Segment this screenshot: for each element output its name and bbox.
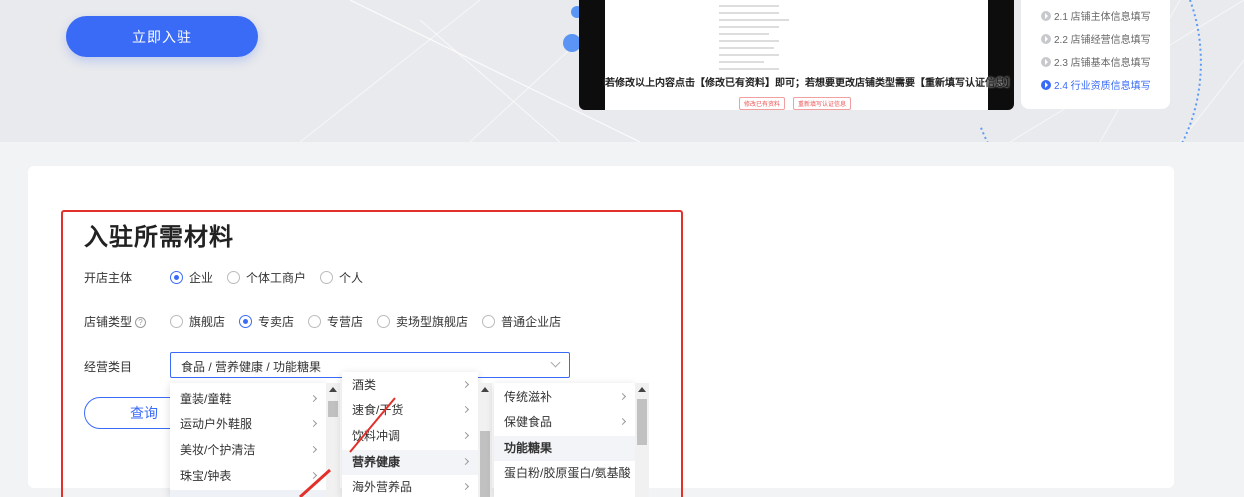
cascader-column-3: 传统滋补 保健食品 功能糖果 蛋白粉/胶原蛋白/氨基酸 [494,383,635,497]
radio-circle [170,271,183,284]
video-document-preview [709,0,869,72]
shop-type-radio-group: 旗舰店 专卖店 专营店 卖场型旗舰店 普通企业店 [170,313,575,330]
video-edit-button: 修改已有资料 [739,97,786,110]
hero-banner: 立即入驻 若修改以上内容点击【修改已有资料】即可；若想要更改店铺类型需要【重新填… [0,0,1244,142]
video-refill-button: 重新填写认证信息 [793,97,852,110]
cascader-option[interactable]: 海外营养品 [342,475,478,497]
cascader-option[interactable]: 蛋白粉/胶原蛋白/氨基酸 [494,461,635,486]
apply-button[interactable]: 立即入驻 [66,16,258,57]
radio-mall-flagship[interactable]: 卖场型旗舰店 [377,313,468,330]
cascader-option-selected[interactable]: 功能糖果 [494,436,635,461]
step-item[interactable]: 2.1 店铺主体信息填写 [1041,8,1151,23]
chevron-right-icon [309,419,318,428]
play-icon [1041,56,1051,67]
radio-franchise[interactable]: 专营店 [308,313,363,330]
chevron-right-icon [618,417,627,426]
radio-circle [377,315,391,328]
chevron-down-icon [550,357,561,368]
radio-circle [170,315,183,328]
chevron-right-icon [461,431,470,440]
radio-normal-enterprise[interactable]: 普通企业店 [482,313,561,330]
play-icon [1041,33,1051,44]
cascader-option[interactable]: 饮料冲调 [342,424,478,449]
chevron-right-icon [618,392,627,401]
radio-circle [482,315,496,328]
tutorial-video-player[interactable]: 若修改以上内容点击【修改已有资料】即可；若想要更改店铺类型需要【重新填写认证信息… [579,0,1014,110]
steps-list: 2.1 店铺主体信息填写 2.2 店铺经营信息填写 2.3 店铺基本信息填写 2… [1021,0,1170,109]
cascader-option[interactable]: 运动户外鞋服 [170,412,326,437]
cascader-option[interactable]: 传统滋补 [494,385,635,410]
video-letterbox-left [579,0,605,110]
chevron-right-icon [461,457,470,466]
scroll-thumb[interactable] [328,401,338,417]
scroll-up-icon[interactable] [638,387,646,392]
radio-flagship[interactable]: 旗舰店 [170,313,225,330]
category-label: 经营类目 [84,360,133,374]
cascader-option[interactable]: 速食/干货 [342,398,478,423]
step-item-active[interactable]: 2.4 行业资质信息填写 [1041,77,1151,92]
radio-circle [239,315,253,328]
radio-enterprise[interactable]: 企业 [170,269,213,286]
radio-specialty[interactable]: 专卖店 [239,313,294,330]
play-icon [1041,10,1051,21]
radio-individual[interactable]: 个人 [320,269,363,286]
chevron-right-icon [461,482,470,491]
chevron-right-icon [461,405,470,414]
cascader-option[interactable]: 美妆/个护清洁 [170,438,326,463]
step-item[interactable]: 2.2 店铺经营信息填写 [1041,31,1151,46]
step-item[interactable]: 2.3 店铺基本信息填写 [1041,54,1151,69]
video-inline-buttons: 修改已有资料 重新填写认证信息 [739,97,852,110]
chevron-right-icon [309,471,318,480]
help-icon[interactable]: ? [135,317,147,329]
scroll-up-icon[interactable] [329,387,337,392]
scroll-thumb[interactable] [637,399,647,445]
entity-label: 开店主体 [84,271,133,285]
cascader-option-selected[interactable]: 营养健康 [342,450,478,475]
chevron-right-icon [461,380,470,389]
cascader-option[interactable] [170,490,326,497]
cascader-option[interactable]: 童装/童鞋 [170,387,326,412]
video-subtitle: 若修改以上内容点击【修改已有资料】即可；若想要更改店铺类型需要【重新填写认证信息… [605,78,1014,89]
cascader-option[interactable]: 酒类 [342,373,478,398]
radio-circle [227,271,241,284]
cascader-column-1: 童装/童鞋 运动户外鞋服 美妆/个护清洁 珠宝/钟表 [170,383,326,497]
scroll-up-icon[interactable] [481,387,489,392]
play-icon [1041,79,1051,90]
scroll-thumb[interactable] [480,431,490,497]
chevron-right-icon [309,394,318,403]
video-letterbox-right [988,0,1014,110]
cascader-option[interactable] [494,487,635,497]
radio-circle [320,271,334,284]
radio-circle [308,315,322,328]
chevron-right-icon [309,445,318,454]
category-value: 食品 / 营养健康 / 功能糖果 [181,360,322,374]
cascader-column-2: 酒类 速食/干货 饮料冲调 营养健康 海外营养品 [342,372,478,497]
cascader-option[interactable]: 保健食品 [494,410,635,435]
column-2-scrollbar[interactable] [478,383,492,497]
page-title: 入驻所需材料 [84,224,234,251]
shop-type-label: 店铺类型? [84,313,147,330]
column-3-scrollbar[interactable] [635,383,649,497]
entity-radio-group: 企业 个体工商户 个人 [170,269,377,286]
radio-individual-business[interactable]: 个体工商户 [227,269,306,286]
cascader-option[interactable]: 珠宝/钟表 [170,464,326,489]
column-1-scrollbar[interactable] [326,383,340,497]
